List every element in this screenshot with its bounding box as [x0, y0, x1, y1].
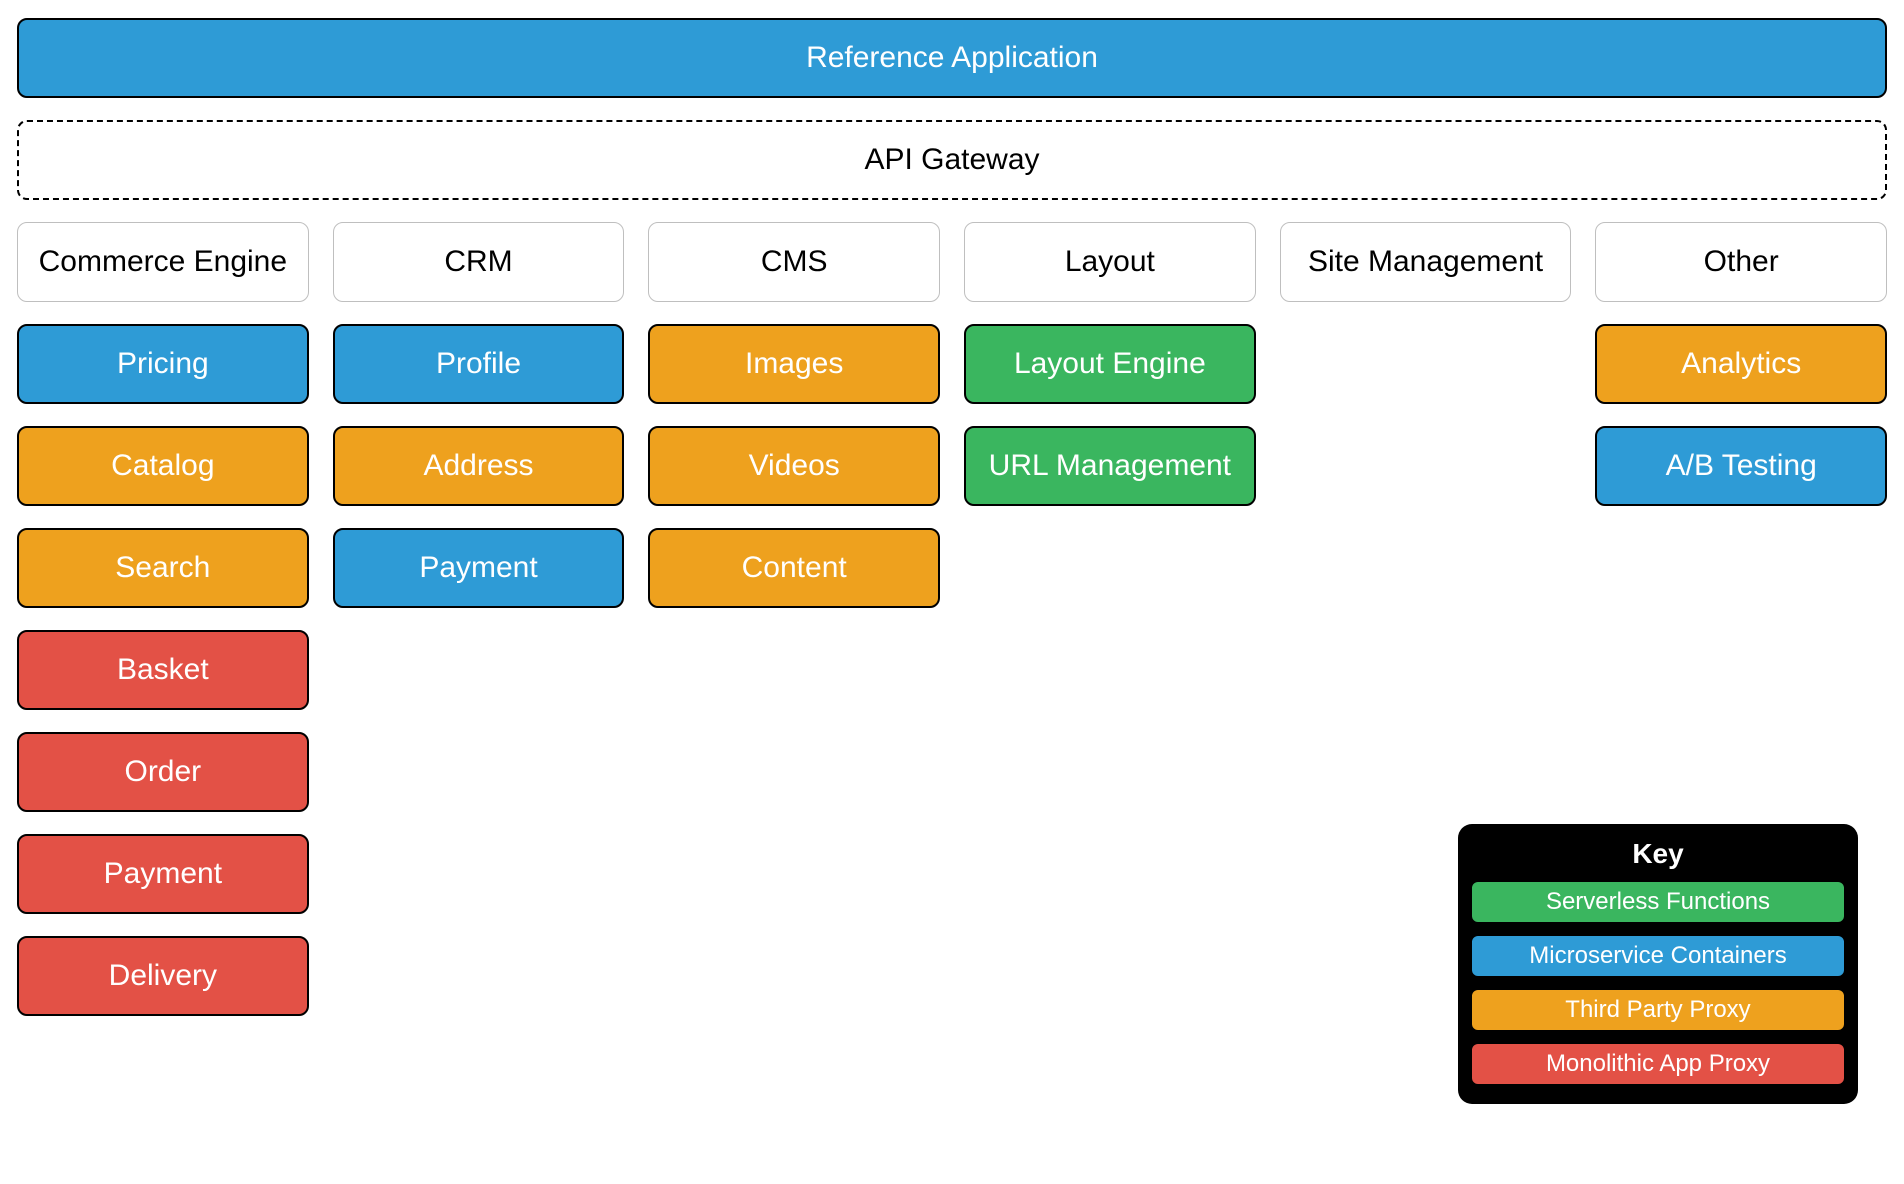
column-header-layout: Layout	[964, 222, 1256, 302]
column-header-label: Commerce Engine	[39, 245, 287, 279]
column-header-commerce-engine: Commerce Engine	[17, 222, 309, 302]
block-label: Payment	[419, 551, 537, 585]
column-header-label: Layout	[1065, 245, 1155, 279]
legend-item-label: Third Party Proxy	[1565, 996, 1750, 1024]
block-layout-engine: Layout Engine	[964, 324, 1256, 404]
column-layout: Layout Layout Engine URL Management	[964, 222, 1256, 1016]
block-ab-testing: A/B Testing	[1595, 426, 1887, 506]
column-cms: CMS Images Videos Content	[648, 222, 940, 1016]
legend-title: Key	[1470, 838, 1846, 870]
block-label: Layout Engine	[1014, 347, 1206, 381]
block-label: Content	[742, 551, 847, 585]
block-payment: Payment	[17, 834, 309, 914]
block-order: Order	[17, 732, 309, 812]
block-label: Order	[124, 755, 201, 789]
legend-item-label: Serverless Functions	[1546, 888, 1770, 916]
api-gateway-label: API Gateway	[864, 143, 1039, 177]
legend-item-third-party: Third Party Proxy	[1470, 988, 1846, 1032]
block-images: Images	[648, 324, 940, 404]
legend-item-microservice: Microservice Containers	[1470, 934, 1846, 978]
block-label: Catalog	[111, 449, 214, 483]
column-commerce-engine: Commerce Engine Pricing Catalog Search B…	[17, 222, 309, 1016]
block-label: A/B Testing	[1666, 449, 1817, 483]
column-header-site-management: Site Management	[1280, 222, 1572, 302]
block-label: URL Management	[989, 449, 1231, 483]
block-pricing: Pricing	[17, 324, 309, 404]
block-delivery: Delivery	[17, 936, 309, 1016]
column-header-label: Other	[1704, 245, 1779, 279]
block-address: Address	[333, 426, 625, 506]
block-profile: Profile	[333, 324, 625, 404]
block-label: Pricing	[117, 347, 209, 381]
column-header-other: Other	[1595, 222, 1887, 302]
legend-item-label: Monolithic App Proxy	[1546, 1050, 1770, 1078]
legend-item-monolithic: Monolithic App Proxy	[1470, 1042, 1846, 1086]
block-label: Profile	[436, 347, 521, 381]
column-header-label: Site Management	[1308, 245, 1543, 279]
legend-panel: Key Serverless Functions Microservice Co…	[1458, 824, 1858, 1104]
api-gateway-banner: API Gateway	[17, 120, 1887, 200]
block-label: Search	[115, 551, 210, 585]
block-search: Search	[17, 528, 309, 608]
block-catalog: Catalog	[17, 426, 309, 506]
block-label: Images	[745, 347, 843, 381]
block-label: Delivery	[109, 959, 217, 993]
column-crm: CRM Profile Address Payment	[333, 222, 625, 1016]
reference-application-label: Reference Application	[806, 41, 1098, 75]
block-label: Analytics	[1681, 347, 1801, 381]
column-header-label: CRM	[444, 245, 512, 279]
block-content: Content	[648, 528, 940, 608]
reference-application-banner: Reference Application	[17, 18, 1887, 98]
column-header-cms: CMS	[648, 222, 940, 302]
block-url-management: URL Management	[964, 426, 1256, 506]
column-header-crm: CRM	[333, 222, 625, 302]
block-videos: Videos	[648, 426, 940, 506]
legend-item-label: Microservice Containers	[1529, 942, 1786, 970]
block-analytics: Analytics	[1595, 324, 1887, 404]
block-label: Videos	[749, 449, 840, 483]
block-label: Payment	[104, 857, 222, 891]
column-header-label: CMS	[761, 245, 828, 279]
block-payment-method: Payment	[333, 528, 625, 608]
block-basket: Basket	[17, 630, 309, 710]
legend-item-serverless: Serverless Functions	[1470, 880, 1846, 924]
block-label: Address	[423, 449, 533, 483]
block-label: Basket	[117, 653, 209, 687]
